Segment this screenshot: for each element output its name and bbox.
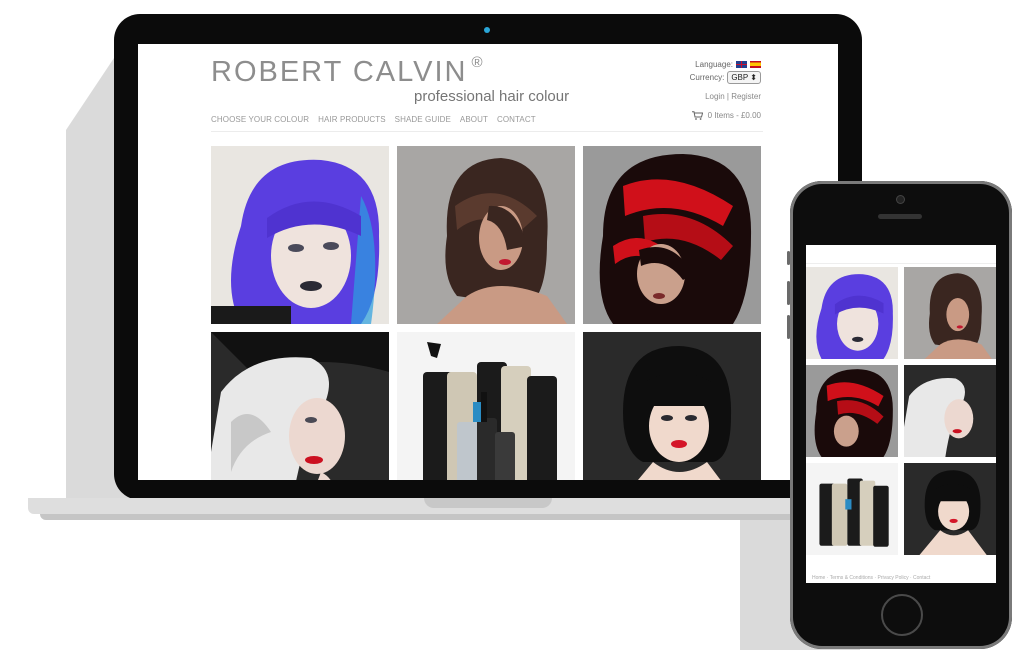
black-bob-portrait-icon — [583, 332, 761, 480]
main-nav: CHOOSE YOUR COLOUR HAIR PRODUCTS SHADE G… — [211, 115, 536, 124]
auth-separator: | — [726, 92, 729, 101]
red-streak-portrait-icon — [583, 146, 761, 324]
cart-summary[interactable]: 0 Items - £0.00 — [691, 111, 761, 120]
gallery-grid — [211, 146, 761, 480]
nav-choose-colour[interactable]: CHOOSE YOUR COLOUR — [211, 115, 309, 124]
brand-tagline: professional hair colour — [414, 88, 570, 105]
uk-flag-icon[interactable] — [736, 61, 747, 68]
nav-shade-guide[interactable]: SHADE GUIDE — [395, 115, 451, 124]
phone-device: Home · Terms & Conditions · Privacy Poli… — [787, 181, 1012, 649]
language-label: Language: — [695, 60, 733, 69]
phone-gallery-grid — [806, 267, 996, 555]
phone-home-button[interactable] — [881, 594, 923, 636]
platinum-waves-portrait-icon — [211, 332, 389, 480]
brunette-bob-portrait-icon — [397, 146, 575, 324]
brunette-bob-portrait-icon — [904, 267, 996, 359]
gallery-tile[interactable] — [211, 332, 389, 480]
phone-header-bar — [806, 245, 996, 264]
nav-contact[interactable]: CONTACT — [497, 115, 536, 124]
currency-label: Currency: — [689, 73, 725, 82]
red-streak-portrait-icon — [806, 365, 898, 457]
laptop-screen: ROBERT CALVIN ® professional hair colour … — [138, 44, 838, 480]
phone-footer-links[interactable]: Home · Terms & Conditions · Privacy Poli… — [812, 575, 930, 581]
phone-gallery-tile[interactable] — [904, 463, 996, 555]
cart-icon — [691, 111, 703, 120]
laptop-camera-icon — [484, 27, 490, 33]
phone-gallery-tile[interactable] — [904, 267, 996, 359]
brand-logo[interactable]: ROBERT CALVIN ® — [211, 54, 485, 89]
register-link[interactable]: Register — [731, 92, 761, 101]
laptop-base — [28, 498, 816, 514]
platinum-waves-portrait-icon — [904, 365, 996, 457]
product-bottles-icon — [806, 463, 898, 555]
phone-volume-down — [787, 315, 790, 339]
nav-about[interactable]: ABOUT — [460, 115, 488, 124]
phone-volume-up — [787, 281, 790, 305]
brand-name: ROBERT CALVIN — [211, 56, 468, 88]
product-bottles-icon — [397, 332, 575, 480]
currency-select[interactable]: GBP ⬍ — [727, 71, 761, 84]
login-link[interactable]: Login — [705, 92, 725, 101]
phone-gallery-tile[interactable] — [806, 463, 898, 555]
phone-speaker — [878, 214, 922, 219]
nav-hair-products[interactable]: HAIR PRODUCTS — [318, 115, 386, 124]
purple-bob-portrait-icon — [806, 267, 898, 359]
purple-bob-portrait-icon — [211, 146, 389, 324]
laptop-notch — [424, 498, 552, 508]
phone-gallery-tile[interactable] — [904, 365, 996, 457]
black-bob-portrait-icon — [904, 463, 996, 555]
phone-gallery-tile[interactable] — [806, 365, 898, 457]
gallery-tile[interactable] — [583, 332, 761, 480]
phone-camera-icon — [897, 196, 904, 203]
spain-flag-icon[interactable] — [750, 61, 761, 68]
currency-selector: Currency: GBP ⬍ — [690, 71, 761, 84]
header-divider — [211, 131, 763, 132]
auth-links: Login | Register — [705, 92, 761, 101]
laptop-base-lip — [40, 514, 804, 520]
laptop-device: ROBERT CALVIN ® professional hair colour … — [114, 14, 862, 500]
phone-screen: Home · Terms & Conditions · Privacy Poli… — [806, 245, 996, 583]
gallery-tile[interactable] — [397, 146, 575, 324]
gallery-tile[interactable] — [211, 146, 389, 324]
registered-mark: ® — [471, 54, 485, 71]
gallery-tile[interactable] — [583, 146, 761, 324]
gallery-tile[interactable] — [397, 332, 575, 480]
language-selector: Language: — [695, 60, 761, 69]
cart-text: 0 Items - £0.00 — [707, 111, 761, 120]
phone-gallery-tile[interactable] — [806, 267, 898, 359]
phone-mute-switch — [787, 251, 790, 265]
